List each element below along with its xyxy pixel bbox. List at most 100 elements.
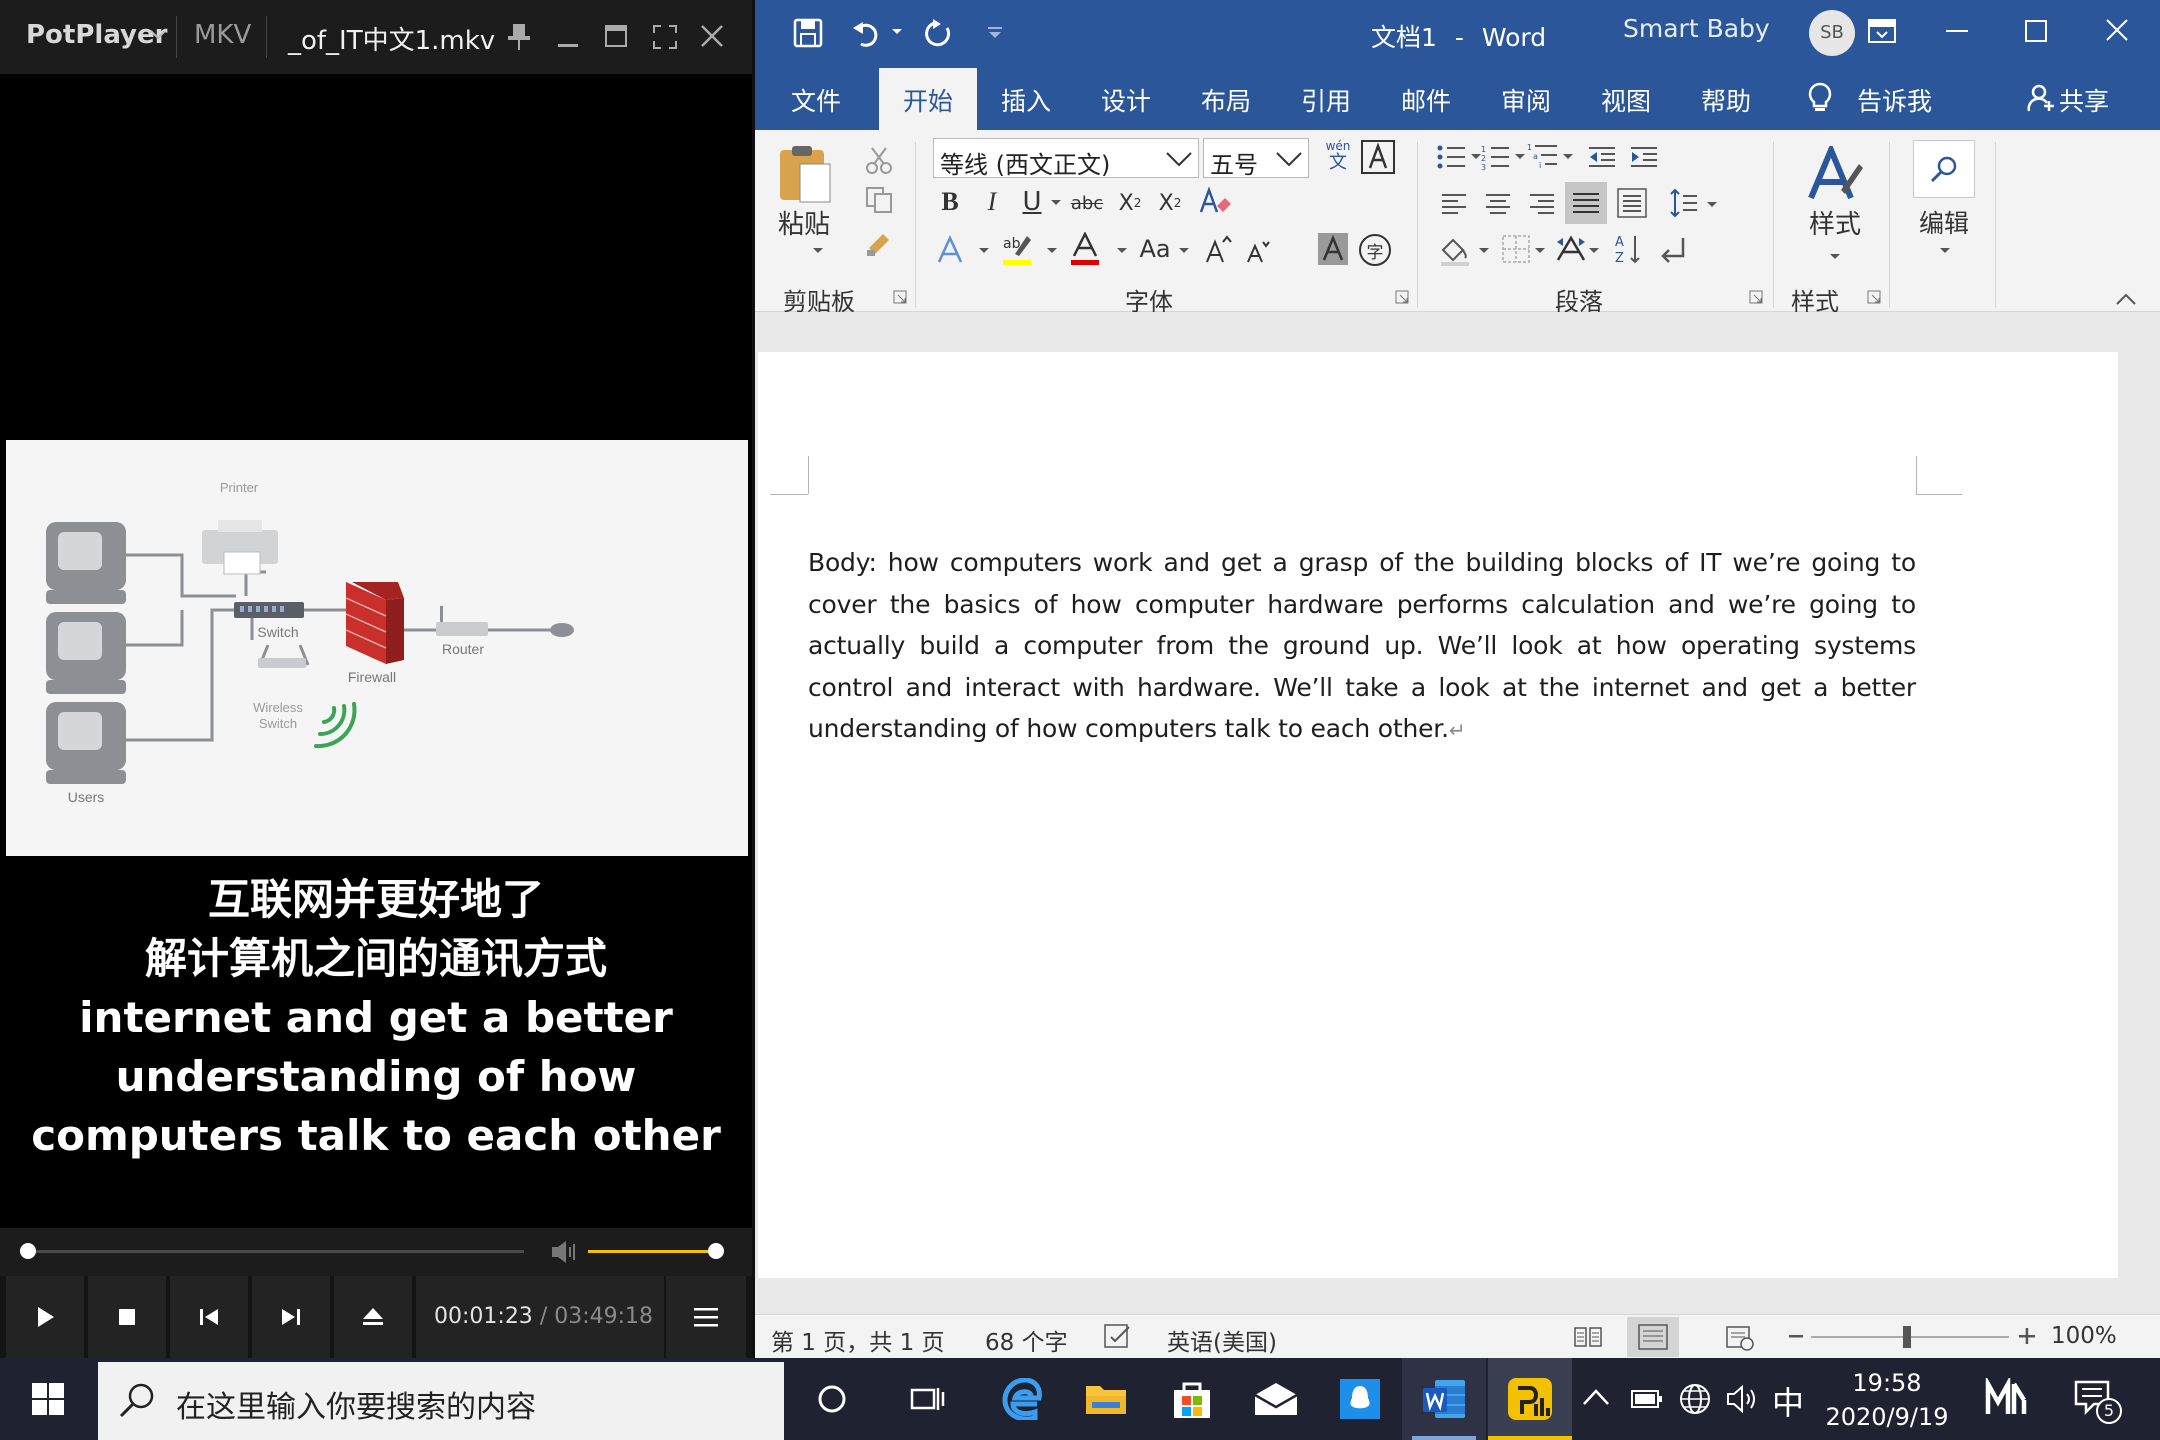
page-count[interactable]: 第 1 页，共 1 页: [771, 1323, 945, 1357]
save-icon[interactable]: [793, 18, 823, 48]
italic-icon[interactable]: I: [977, 184, 1007, 220]
avatar[interactable]: SB: [1809, 10, 1855, 56]
tab-design[interactable]: 设计: [1101, 82, 1151, 118]
styles-dropdown-icon[interactable]: [1830, 254, 1840, 260]
file-explorer-button[interactable]: [1064, 1358, 1148, 1440]
chevron-down-icon[interactable]: [150, 30, 166, 40]
borders-icon[interactable]: [1501, 234, 1531, 264]
menu-button[interactable]: [666, 1276, 746, 1358]
bold-icon[interactable]: B: [935, 184, 965, 220]
network-globe-icon[interactable]: [1678, 1382, 1712, 1416]
borders-dropdown-icon[interactable]: [1535, 248, 1545, 254]
styles-button[interactable]: 样式: [1795, 146, 1875, 266]
decrease-indent-icon[interactable]: [1587, 144, 1617, 170]
store-button[interactable]: [1150, 1358, 1234, 1440]
maximize-icon[interactable]: [604, 24, 628, 48]
minimize-icon[interactable]: [556, 26, 580, 50]
volume-handle[interactable]: [708, 1243, 724, 1259]
chevron-up-icon[interactable]: [1582, 1388, 1610, 1406]
ime-indicator[interactable]: 中: [1772, 1378, 1804, 1424]
close-icon[interactable]: [2105, 18, 2129, 42]
editing-find-button[interactable]: [1913, 140, 1975, 198]
taskbar-search-box[interactable]: 在这里输入你要搜索的内容: [98, 1362, 784, 1440]
undo-icon[interactable]: [851, 18, 881, 48]
increase-indent-icon[interactable]: [1629, 144, 1659, 170]
task-view-button[interactable]: [886, 1358, 970, 1440]
word-count[interactable]: 68 个字: [985, 1323, 1068, 1357]
tab-home[interactable]: 开始: [879, 68, 978, 130]
multilevel-list-icon[interactable]: 1ai: [1527, 142, 1559, 170]
cut-icon[interactable]: [865, 146, 893, 174]
dialog-launcher-icon[interactable]: [1395, 290, 1409, 304]
grow-font-icon[interactable]: [1203, 234, 1233, 264]
stop-button[interactable]: [88, 1276, 166, 1358]
play-button[interactable]: [6, 1276, 84, 1358]
next-button[interactable]: [252, 1276, 330, 1358]
dialog-launcher-icon[interactable]: [1867, 290, 1881, 304]
tab-help[interactable]: 帮助: [1701, 82, 1751, 118]
pin-icon[interactable]: [506, 22, 532, 52]
show-formatting-marks-icon[interactable]: [1659, 234, 1689, 264]
text-effects-icon[interactable]: [935, 234, 965, 266]
dialog-launcher-icon[interactable]: [1749, 290, 1763, 304]
paste-dropdown-icon[interactable]: [813, 248, 823, 254]
change-case-dropdown-icon[interactable]: [1179, 248, 1189, 254]
edge-button[interactable]: [980, 1358, 1064, 1440]
underline-icon[interactable]: U: [1017, 184, 1047, 220]
numbering-icon[interactable]: 123: [1481, 144, 1511, 170]
line-spacing-icon[interactable]: [1669, 188, 1699, 218]
format-painter-icon[interactable]: [865, 230, 893, 258]
enclose-characters-icon[interactable]: 字: [1359, 234, 1391, 266]
fullscreen-icon[interactable]: [652, 24, 678, 50]
shrink-font-icon[interactable]: [1245, 238, 1271, 264]
bullets-dropdown-icon[interactable]: [1471, 154, 1481, 160]
shading-dropdown-icon[interactable]: [1479, 248, 1489, 254]
align-left-icon[interactable]: [1441, 192, 1467, 216]
video-frame[interactable]: Printer Switch Firewall Router Wireless: [6, 440, 748, 856]
clock[interactable]: 19:58 2020/9/19: [1822, 1366, 1952, 1434]
zoom-slider-thumb[interactable]: [1903, 1326, 1911, 1348]
eject-button[interactable]: [334, 1276, 412, 1358]
start-button[interactable]: [6, 1358, 90, 1440]
seek-bar[interactable]: [20, 1250, 524, 1253]
font-color-dropdown-icon[interactable]: [1117, 248, 1127, 254]
minimize-icon[interactable]: [1946, 30, 1968, 34]
asian-layout-dropdown-icon[interactable]: [1589, 248, 1599, 254]
numbering-dropdown-icon[interactable]: [1515, 154, 1525, 160]
clear-formatting-icon[interactable]: [1199, 186, 1233, 218]
mail-button[interactable]: [1234, 1358, 1318, 1440]
editing-button-label[interactable]: 编辑: [1919, 204, 1969, 240]
multilevel-dropdown-icon[interactable]: [1563, 154, 1573, 160]
character-shading-icon[interactable]: [1317, 232, 1349, 266]
customize-qat-icon[interactable]: [987, 26, 1003, 40]
share-button[interactable]: 共享: [2059, 82, 2109, 118]
align-center-icon[interactable]: [1485, 192, 1511, 216]
strikethrough-icon[interactable]: abc: [1067, 186, 1107, 220]
superscript-icon[interactable]: X2: [1153, 186, 1187, 220]
close-icon[interactable]: [700, 24, 724, 48]
change-case-icon[interactable]: Aa: [1135, 232, 1175, 266]
font-color-icon[interactable]: [1069, 232, 1101, 266]
text-effects-dropdown-icon[interactable]: [979, 248, 989, 254]
zoom-out-icon[interactable]: [1787, 1325, 1805, 1347]
collapse-ribbon-icon[interactable]: [2115, 292, 2137, 306]
user-name[interactable]: Smart Baby: [1623, 14, 1770, 43]
volume-icon[interactable]: [1726, 1384, 1760, 1414]
paste-button[interactable]: 粘贴: [769, 144, 839, 254]
sort-icon[interactable]: AZ: [1613, 232, 1643, 266]
zoom-level[interactable]: 100%: [2051, 1323, 2117, 1349]
bullets-icon[interactable]: [1437, 144, 1467, 170]
read-mode-icon[interactable]: [1573, 1325, 1603, 1349]
cortana-button[interactable]: [790, 1358, 874, 1440]
tab-file[interactable]: 文件: [791, 82, 841, 118]
tab-view[interactable]: 视图: [1601, 82, 1651, 118]
battery-icon[interactable]: [1630, 1388, 1664, 1410]
previous-button[interactable]: [170, 1276, 248, 1358]
document-body-text[interactable]: Body: how computers work and get a grasp…: [808, 542, 1916, 752]
share-person-icon[interactable]: [2027, 84, 2055, 112]
highlight-dropdown-icon[interactable]: [1047, 248, 1057, 254]
asian-layout-icon[interactable]: [1555, 234, 1587, 264]
web-layout-icon[interactable]: [1725, 1325, 1755, 1351]
language-indicator[interactable]: 英语(美国): [1167, 1323, 1277, 1357]
tab-review[interactable]: 审阅: [1501, 82, 1551, 118]
